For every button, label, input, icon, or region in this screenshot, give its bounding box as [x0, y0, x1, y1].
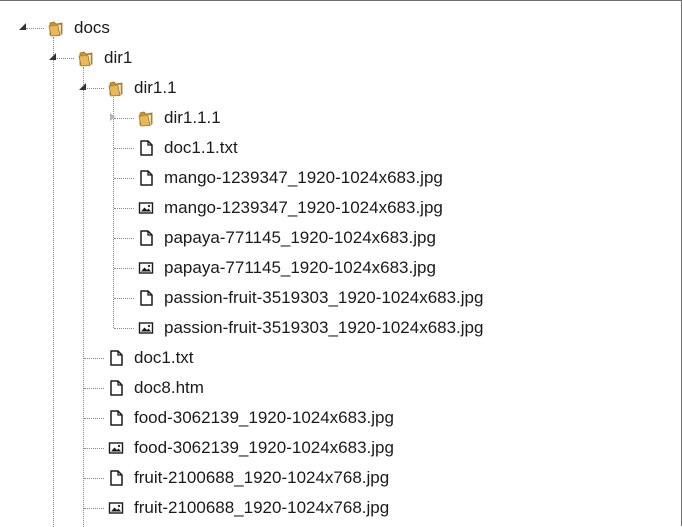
tree-node-label[interactable]: fruit-2100688_1920-1024x768.jpg: [134, 468, 389, 488]
tree-node-label[interactable]: papaya-771145_1920-1024x683.jpg: [164, 258, 436, 278]
tree-node-folder[interactable]: docs: [0, 13, 680, 43]
tree-node-label[interactable]: food-3062139_1920-1024x683.jpg: [134, 438, 394, 458]
image-file-icon: [137, 319, 155, 337]
tree-node-label[interactable]: docs: [74, 18, 110, 38]
expand-toggle-icon[interactable]: [109, 113, 118, 122]
tree-node-folder[interactable]: dir1.1.1: [0, 103, 680, 133]
collapse-toggle-icon[interactable]: [19, 23, 28, 32]
image-file-icon: [107, 439, 125, 457]
image-file-icon: [137, 259, 155, 277]
tree-node-image[interactable]: papaya-771145_1920-1024x683.jpg: [0, 253, 680, 283]
tree-node-label[interactable]: dir1: [104, 48, 132, 68]
tree-node-folder[interactable]: dir1: [0, 43, 680, 73]
tree-node-label[interactable]: dir1.1.1: [164, 108, 221, 128]
tree-node-label[interactable]: passion-fruit-3519303_1920-1024x683.jpg: [164, 288, 483, 308]
tree-node-label[interactable]: mango-1239347_1920-1024x683.jpg: [164, 168, 443, 188]
tree-node-label[interactable]: papaya-771145_1920-1024x683.jpg: [164, 228, 436, 248]
file-icon: [137, 229, 155, 247]
collapse-toggle-icon[interactable]: [49, 53, 58, 62]
tree-node-file[interactable]: doc8.htm: [0, 373, 680, 403]
file-icon: [137, 139, 155, 157]
file-tree: docs dir1 dir1.1 dir1.1.1 doc1.1.txt mango-12…: [0, 0, 682, 527]
tree-node-file[interactable]: passion-fruit-3519303_1920-1024x683.jpg: [0, 283, 680, 313]
tree-node-label[interactable]: doc1.txt: [134, 348, 194, 368]
folder-icon: [77, 49, 95, 67]
tree-node-label[interactable]: food-3062139_1920-1024x683.jpg: [134, 408, 394, 428]
folder-icon: [137, 109, 155, 127]
tree-node-label[interactable]: passion-fruit-3519303_1920-1024x683.jpg: [164, 318, 483, 338]
tree-node-file[interactable]: doc1.txt: [0, 343, 680, 373]
collapse-toggle-icon[interactable]: [79, 83, 88, 92]
tree-node-image[interactable]: mango-1239347_1920-1024x683.jpg: [0, 193, 680, 223]
file-icon: [107, 349, 125, 367]
tree-node-file[interactable]: papaya-771145_1920-1024x683.jpg: [0, 223, 680, 253]
tree-node-file[interactable]: food-3062139_1920-1024x683.jpg: [0, 403, 680, 433]
tree-node-label[interactable]: doc8.htm: [134, 378, 204, 398]
tree-node-image[interactable]: passion-fruit-3519303_1920-1024x683.jpg: [0, 313, 680, 343]
tree-node-image[interactable]: fruit-2100688_1920-1024x768.jpg: [0, 493, 680, 523]
file-icon: [137, 289, 155, 307]
tree-node-label[interactable]: mango-1239347_1920-1024x683.jpg: [164, 198, 443, 218]
tree-node-file[interactable]: doc1.1.txt: [0, 133, 680, 163]
tree-node-file[interactable]: mango-1239347_1920-1024x683.jpg: [0, 163, 680, 193]
tree-node-folder[interactable]: dir1.1: [0, 73, 680, 103]
folder-icon: [107, 79, 125, 97]
file-icon: [107, 469, 125, 487]
tree-node-file[interactable]: fruit-2100688_1920-1024x768.jpg: [0, 463, 680, 493]
file-icon: [107, 379, 125, 397]
tree-node-label[interactable]: fruit-2100688_1920-1024x768.jpg: [134, 498, 389, 518]
folder-icon: [47, 19, 65, 37]
image-file-icon: [137, 199, 155, 217]
file-icon: [137, 169, 155, 187]
file-icon: [107, 409, 125, 427]
tree-node-image[interactable]: food-3062139_1920-1024x683.jpg: [0, 433, 680, 463]
tree-node-label[interactable]: dir1.1: [134, 78, 177, 98]
image-file-icon: [107, 499, 125, 517]
tree-node-label[interactable]: doc1.1.txt: [164, 138, 238, 158]
